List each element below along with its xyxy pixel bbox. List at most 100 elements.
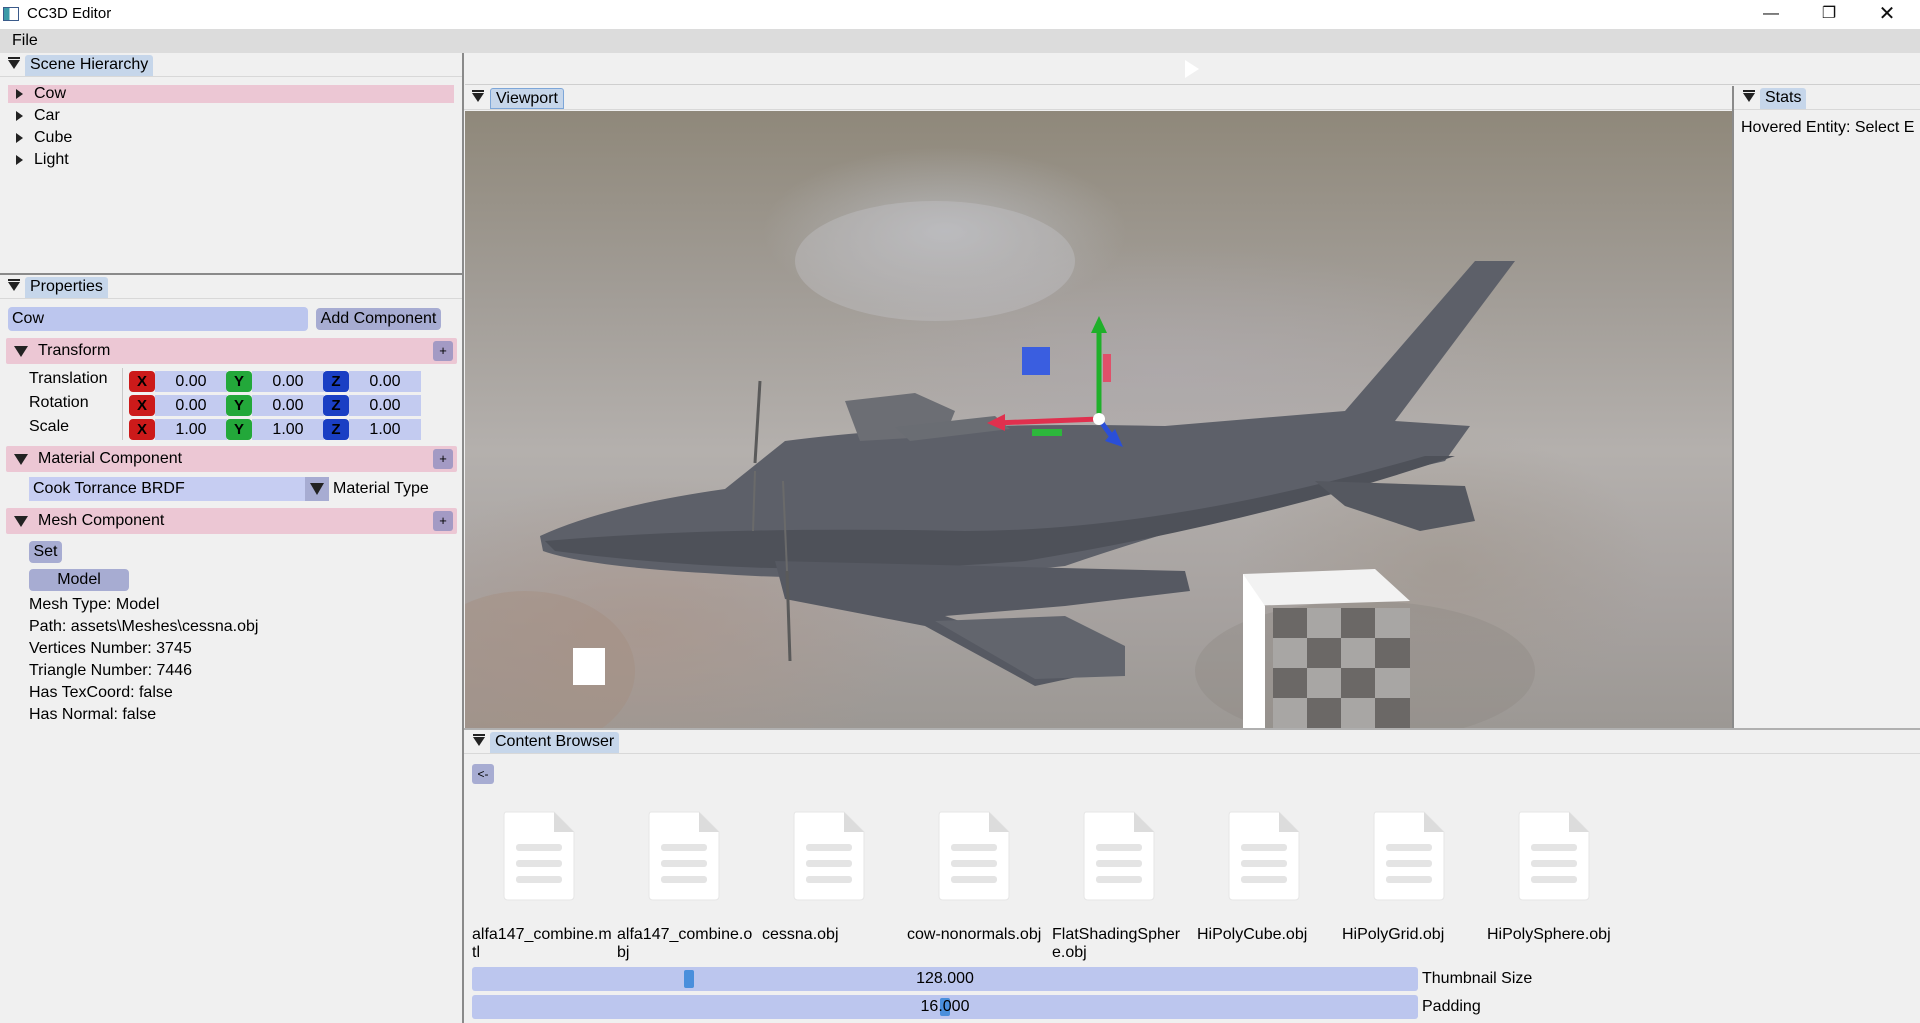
collapse-icon[interactable] (1743, 90, 1755, 102)
hovered-entity-text: Hovered Entity: Select E (1741, 119, 1915, 136)
tree-item-cube[interactable]: Cube (8, 129, 454, 147)
rotation-y-field[interactable]: 0.00 (252, 395, 324, 416)
file-name: alfa147_combine.obj (617, 926, 753, 961)
collapse-icon[interactable] (8, 57, 20, 69)
scene-hierarchy-panel: Scene Hierarchy Cow Car Cube Light (0, 53, 462, 274)
scale-label: Scale (29, 418, 70, 435)
file-name: FlatShadingSphere.obj (1052, 926, 1181, 961)
tree-item-label: Light (34, 151, 69, 168)
collapse-icon[interactable] (8, 279, 20, 291)
thumbnail-size-slider[interactable]: 128.000 (472, 967, 1418, 991)
file-icon (938, 811, 1010, 901)
set-mesh-button[interactable]: Set (29, 541, 62, 563)
scale-y-badge[interactable]: Y (226, 419, 252, 440)
normal-text: Has Normal: false (29, 706, 157, 723)
material-type-select[interactable]: Cook Torrance BRDF (29, 477, 329, 501)
scale-z-badge[interactable]: Z (323, 419, 349, 440)
mesh-type-text: Mesh Type: Model (29, 596, 160, 613)
tree-item-label: Cow (34, 85, 67, 102)
tab-properties[interactable]: Properties (25, 277, 108, 298)
transform-add-button[interactable]: + (433, 341, 453, 361)
scale-z-field[interactable]: 1.00 (349, 419, 421, 440)
file-item[interactable]: cessna.obj (762, 800, 902, 970)
viewport-canvas[interactable] (465, 111, 1732, 728)
section-title: Material Component (38, 450, 183, 467)
translation-z-field[interactable]: 0.00 (349, 371, 421, 392)
material-type-label: Material Type (333, 480, 429, 497)
minimize-button[interactable]: — (1742, 0, 1800, 29)
scale-x-badge[interactable]: X (129, 419, 155, 440)
translation-y-field[interactable]: 0.00 (252, 371, 324, 392)
tree-item-cow[interactable]: Cow (8, 85, 454, 103)
window-title: CC3D Editor (27, 5, 112, 22)
content-browser-header: Content Browser (464, 730, 1920, 754)
collapse-icon[interactable] (473, 734, 485, 746)
translation-x-field[interactable]: 0.00 (155, 371, 227, 392)
padding-slider[interactable]: 16.000 (472, 995, 1418, 1019)
material-add-button[interactable]: + (433, 449, 453, 469)
maximize-button[interactable]: ❐ (1800, 0, 1858, 29)
file-item[interactable]: alfa147_combine.mtl (472, 800, 612, 970)
file-item[interactable]: HiPolyGrid.obj (1342, 800, 1482, 970)
tab-content-browser[interactable]: Content Browser (490, 732, 620, 753)
menu-bar: File (0, 29, 1920, 53)
scale-y-field[interactable]: 1.00 (252, 419, 324, 440)
rotation-x-field[interactable]: 0.00 (155, 395, 227, 416)
dropdown-button[interactable] (305, 477, 329, 501)
add-component-button[interactable]: Add Component (316, 308, 441, 330)
back-button[interactable]: <- (472, 764, 494, 784)
file-name: alfa147_combine.mtl (472, 926, 612, 961)
file-name: cow-nonormals.obj (907, 926, 1042, 943)
thumbnail-size-label: Thumbnail Size (1422, 970, 1533, 987)
light-gizmo[interactable] (573, 648, 605, 685)
tree-item-light[interactable]: Light (8, 151, 454, 169)
collapse-icon[interactable] (472, 90, 484, 102)
mesh-add-button[interactable]: + (433, 511, 453, 531)
divider (122, 368, 123, 440)
file-item[interactable]: alfa147_combine.obj (617, 800, 757, 970)
tree-item-car[interactable]: Car (8, 107, 454, 125)
file-icon (793, 811, 865, 901)
chevron-down-icon (310, 483, 324, 495)
collapse-icon[interactable] (14, 346, 28, 357)
vertices-text: Vertices Number: 3745 (29, 640, 192, 657)
slider-value: 128.000 (916, 970, 974, 987)
rotation-y-badge[interactable]: Y (226, 395, 252, 416)
file-item[interactable]: FlatShadingSphere.obj (1052, 800, 1192, 970)
translation-z-badge[interactable]: Z (323, 371, 349, 392)
entity-name-input[interactable]: Cow (8, 307, 308, 331)
tab-stats[interactable]: Stats (1760, 88, 1807, 109)
file-item[interactable]: HiPolyCube.obj (1197, 800, 1337, 970)
translation-y-badge[interactable]: Y (226, 371, 252, 392)
translation-x-badge[interactable]: X (129, 371, 155, 392)
play-icon[interactable] (1183, 59, 1201, 79)
expand-icon[interactable] (16, 155, 23, 165)
rotation-x-badge[interactable]: X (129, 395, 155, 416)
rotation-z-badge[interactable]: Z (323, 395, 349, 416)
collapse-icon[interactable] (14, 454, 28, 465)
expand-icon[interactable] (16, 133, 23, 143)
transform-header[interactable]: Transform + (6, 338, 457, 364)
file-item[interactable]: HiPolySphere.obj (1487, 800, 1627, 970)
model-button[interactable]: Model (29, 569, 129, 591)
rotation-label: Rotation (29, 394, 89, 411)
collapse-icon[interactable] (14, 516, 28, 527)
tab-scene-hierarchy[interactable]: Scene Hierarchy (25, 55, 154, 76)
menu-file[interactable]: File (12, 32, 38, 50)
file-name: HiPolyCube.obj (1197, 926, 1308, 943)
file-item[interactable]: cow-nonormals.obj (907, 800, 1047, 970)
expand-icon[interactable] (16, 89, 23, 99)
viewport-header: Viewport (464, 86, 1732, 110)
scale-x-field[interactable]: 1.00 (155, 419, 227, 440)
mesh-header[interactable]: Mesh Component + (6, 508, 457, 534)
file-icon (1373, 811, 1445, 901)
file-icon (1518, 811, 1590, 901)
title-bar: CC3D Editor — ❐ ✕ (0, 0, 1920, 29)
tab-viewport[interactable]: Viewport (490, 88, 564, 109)
file-icon (648, 811, 720, 901)
rotation-z-field[interactable]: 0.00 (349, 395, 421, 416)
material-header[interactable]: Material Component + (6, 446, 457, 472)
expand-icon[interactable] (16, 111, 23, 121)
close-button[interactable]: ✕ (1858, 0, 1916, 29)
file-icon (1228, 811, 1300, 901)
